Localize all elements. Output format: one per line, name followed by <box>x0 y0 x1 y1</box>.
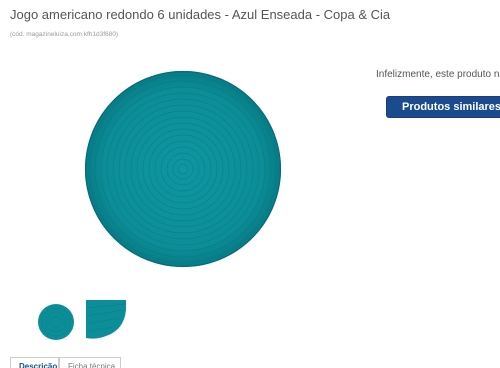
similar-products-button[interactable]: Produtos similares <box>386 96 500 118</box>
tab-description[interactable]: Descrição <box>10 357 59 368</box>
thumbnail-2[interactable] <box>86 300 126 340</box>
unavailable-message: Infelizmente, este produto não <box>376 69 500 80</box>
round-placemat-thumbnail-icon <box>38 304 74 340</box>
product-code: (cód. magazineluiza.com kfh1d3f680) <box>10 31 119 38</box>
tab-technical-sheet[interactable]: Ficha técnica <box>59 357 121 368</box>
product-main-image[interactable] <box>84 70 282 268</box>
product-title: Jogo americano redondo 6 unidades - Azul… <box>10 7 391 22</box>
placemat-closeup-thumbnail-icon <box>86 300 126 340</box>
product-page: Jogo americano redondo 6 unidades - Azul… <box>0 0 500 368</box>
round-placemat-icon <box>84 70 282 268</box>
thumbnail-1[interactable] <box>36 300 76 340</box>
